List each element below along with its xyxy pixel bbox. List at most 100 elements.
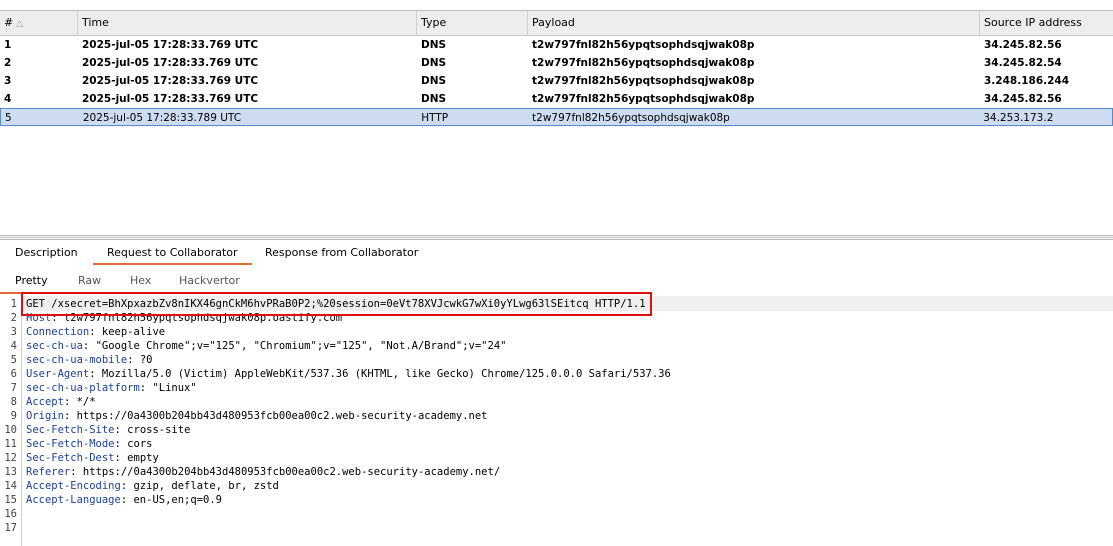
tab-pretty[interactable]: Pretty <box>15 270 48 292</box>
row-type: DNS <box>421 75 447 87</box>
pane-splitter[interactable] <box>0 235 1113 240</box>
row-payload: t2w797fnl82h56ypqtsophdsqjwak08p <box>532 112 730 124</box>
row-payload: t2w797fnl82h56ypqtsophdsqjwak08p <box>532 93 755 105</box>
column-header-number-label: # <box>4 16 14 29</box>
row-number: 5 <box>5 112 12 124</box>
table-row[interactable]: 2 2025-jul-05 17:28:33.769 UTC DNS t2w79… <box>0 54 1113 72</box>
header-value: Mozilla/5.0 (Victim) AppleWebKit/537.36 … <box>101 368 671 380</box>
header-line: Origin: https://0a4300b204bb43d480953fcb… <box>26 410 488 422</box>
header-name: Sec-Fetch-Dest <box>26 452 115 464</box>
header-value: https://0a4300b204bb43d480953fcb00ea00c2… <box>76 410 488 422</box>
line-number: 1 <box>10 298 17 310</box>
header-value: cors <box>127 438 153 450</box>
line-number: 16 <box>4 508 17 520</box>
sort-ascending-icon: △ <box>16 19 24 29</box>
header-name: Origin <box>26 410 64 422</box>
header-name: Sec-Fetch-Mode <box>26 438 115 450</box>
tab-hackvertor[interactable]: Hackvertor <box>179 270 240 292</box>
header-value: gzip, deflate, br, zstd <box>133 480 279 492</box>
line-number: 14 <box>4 480 17 492</box>
table-row[interactable]: 4 2025-jul-05 17:28:33.769 UTC DNS t2w79… <box>0 90 1113 108</box>
column-header-time[interactable]: Time <box>78 11 417 35</box>
table-header: # △ Time Type Payload Source IP address <box>0 10 1113 36</box>
row-time: 2025-jul-05 17:28:33.769 UTC <box>82 93 259 105</box>
tab-hex[interactable]: Hex <box>130 270 151 292</box>
row-type: DNS <box>421 93 447 105</box>
row-source-ip: 34.245.82.56 <box>984 93 1062 105</box>
interactions-table: # △ Time Type Payload Source IP address 1… <box>0 10 1113 126</box>
header-line: Sec-Fetch-Mode: cors <box>26 438 153 450</box>
request-editor[interactable]: 1 2 3 4 5 6 7 8 9 10 11 12 13 14 15 16 1… <box>0 296 1113 546</box>
table-row[interactable]: 3 2025-jul-05 17:28:33.769 UTC DNS t2w79… <box>0 72 1113 90</box>
header-name: Accept <box>26 396 64 408</box>
header-line: Accept: */* <box>26 396 96 408</box>
row-type: DNS <box>421 39 447 51</box>
header-value: */* <box>76 396 96 408</box>
header-name: Accept-Encoding <box>26 480 121 492</box>
detail-tabs: Description Request to Collaborator Resp… <box>0 242 1113 265</box>
header-line: Sec-Fetch-Dest: empty <box>26 452 159 464</box>
row-payload: t2w797fnl82h56ypqtsophdsqjwak08p <box>532 39 755 51</box>
header-line: sec-ch-ua: "Google Chrome";v="125", "Chr… <box>26 340 507 352</box>
line-number: 15 <box>4 494 17 506</box>
header-value: en-US,en;q=0.9 <box>133 494 222 506</box>
tab-raw[interactable]: Raw <box>78 270 101 292</box>
row-payload: t2w797fnl82h56ypqtsophdsqjwak08p <box>532 57 755 69</box>
column-header-type[interactable]: Type <box>417 11 528 35</box>
row-number: 1 <box>4 39 12 51</box>
line-number: 13 <box>4 466 17 478</box>
row-time: 2025-jul-05 17:28:33.769 UTC <box>82 75 259 87</box>
header-name: Accept-Language <box>26 494 121 506</box>
header-value: "Google Chrome";v="125", "Chromium";v="1… <box>95 340 507 352</box>
line-number: 17 <box>4 522 17 534</box>
header-name: sec-ch-ua-platform <box>26 382 140 394</box>
row-payload: t2w797fnl82h56ypqtsophdsqjwak08p <box>532 75 755 87</box>
tab-request-to-collaborator[interactable]: Request to Collaborator <box>93 242 252 265</box>
line-number: 5 <box>10 354 17 366</box>
row-time: 2025-jul-05 17:28:33.769 UTC <box>82 39 259 51</box>
header-name: Sec-Fetch-Site <box>26 424 115 436</box>
row-number: 2 <box>4 57 12 69</box>
header-name: User-Agent <box>26 368 90 380</box>
column-header-payload[interactable]: Payload <box>528 11 980 35</box>
row-source-ip: 3.248.186.244 <box>984 75 1070 87</box>
table-row[interactable]: 1 2025-jul-05 17:28:33.769 UTC DNS t2w79… <box>0 36 1113 54</box>
header-value: cross-site <box>127 424 191 436</box>
line-number: 7 <box>10 382 17 394</box>
column-header-number[interactable]: # △ <box>0 11 78 35</box>
header-line: Accept-Encoding: gzip, deflate, br, zstd <box>26 480 279 492</box>
header-value: keep-alive <box>101 326 166 338</box>
line-number: 8 <box>10 396 17 408</box>
header-line: Referer: https://0a4300b204bb43d480953fc… <box>26 466 501 478</box>
row-source-ip: 34.245.82.54 <box>984 57 1062 69</box>
header-name: sec-ch-ua-mobile <box>26 354 128 366</box>
header-line: Connection: keep-alive <box>26 326 166 338</box>
header-line: User-Agent: Mozilla/5.0 (Victim) AppleWe… <box>26 368 671 380</box>
header-value: empty <box>127 452 159 464</box>
row-type: DNS <box>421 57 447 69</box>
row-source-ip: 34.245.82.56 <box>984 39 1062 51</box>
tab-description[interactable]: Description <box>15 242 78 265</box>
row-time: 2025-jul-05 17:28:33.789 UTC <box>82 112 242 124</box>
header-line: sec-ch-ua-platform: "Linux" <box>26 382 197 394</box>
tab-response-from-collaborator[interactable]: Response from Collaborator <box>265 242 418 265</box>
header-name: sec-ch-ua <box>26 340 83 352</box>
line-number: 4 <box>10 340 17 352</box>
table-row-selected[interactable]: 5 2025-jul-05 17:28:33.789 UTC HTTP t2w7… <box>0 108 1113 126</box>
column-header-source-ip[interactable]: Source IP address <box>980 11 1113 35</box>
header-value: https://0a4300b204bb43d480953fcb00ea00c2… <box>82 466 501 478</box>
line-number: 12 <box>4 452 17 464</box>
row-time: 2025-jul-05 17:28:33.769 UTC <box>82 57 259 69</box>
row-number: 3 <box>4 75 12 87</box>
header-line: Accept-Language: en-US,en;q=0.9 <box>26 494 222 506</box>
line-number: 3 <box>10 326 17 338</box>
view-tabs: Pretty Raw Hex Hackvertor <box>0 270 1113 292</box>
header-name: Referer <box>26 466 71 478</box>
row-number: 4 <box>4 93 12 105</box>
header-line: sec-ch-ua-mobile: ?0 <box>26 354 153 366</box>
header-value: ?0 <box>139 354 153 366</box>
header-value: "Linux" <box>152 382 197 394</box>
row-type: HTTP <box>421 112 449 124</box>
line-number: 2 <box>10 312 17 324</box>
header-line: Sec-Fetch-Site: cross-site <box>26 424 191 436</box>
